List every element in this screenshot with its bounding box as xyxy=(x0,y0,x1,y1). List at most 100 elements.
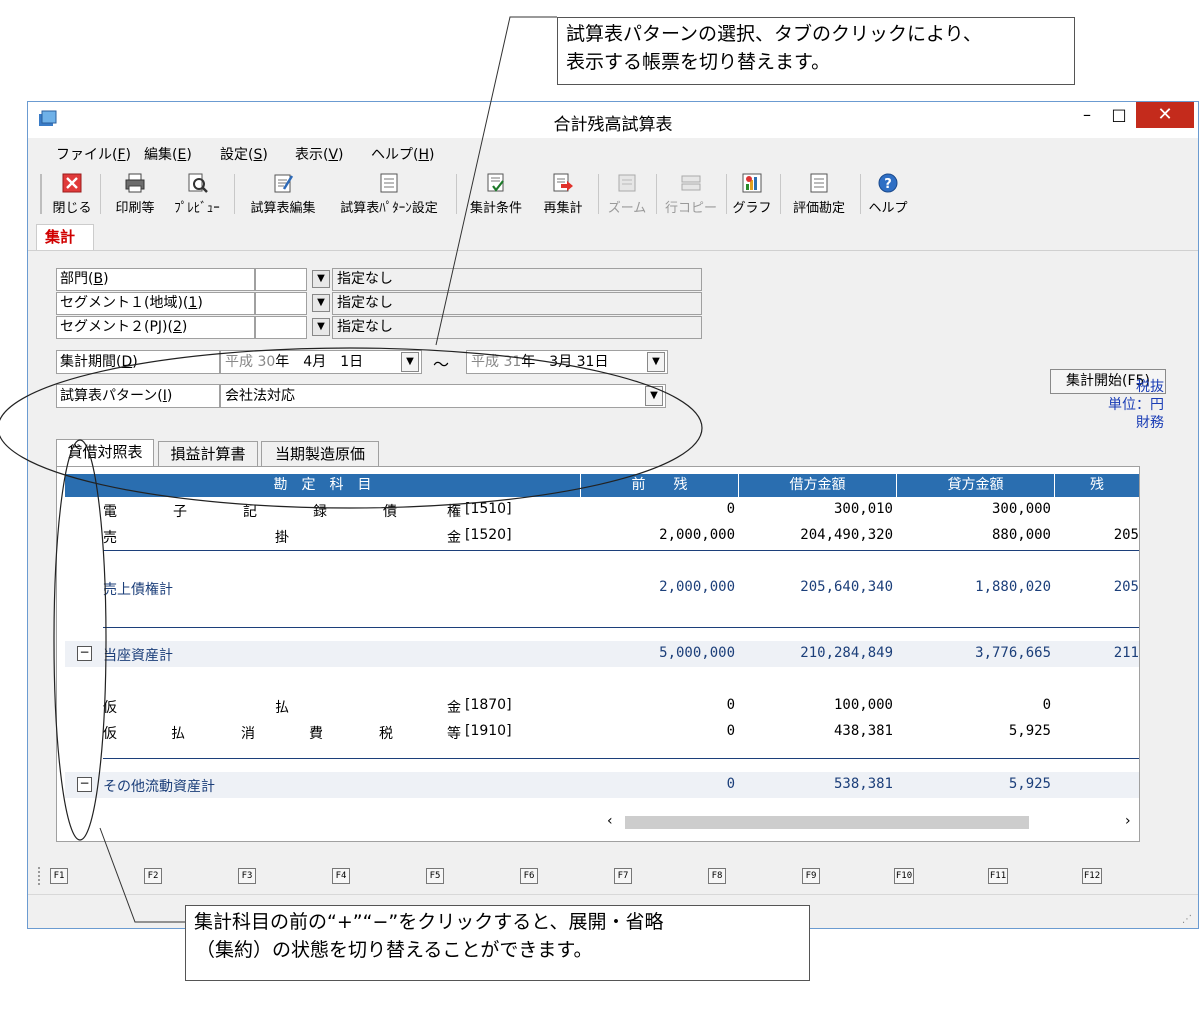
evaluation-account-button[interactable]: 評価勘定 xyxy=(786,172,852,218)
credit-cell: 1,880,020 xyxy=(975,579,1051,595)
edit-trial-balance-button[interactable]: 試算表編集 xyxy=(242,172,324,218)
fkey-f10[interactable]: F10 xyxy=(894,868,914,884)
segment2-code-input[interactable] xyxy=(255,316,307,339)
tab-income-statement[interactable]: 損益計算書 xyxy=(158,441,258,467)
debit-cell: 438,381 xyxy=(833,723,893,739)
dept-value: 指定なし xyxy=(332,268,702,291)
fkey-f7[interactable]: F7 xyxy=(614,868,632,884)
credit-cell: 3,776,665 xyxy=(975,645,1051,661)
fkey-f8[interactable]: F8 xyxy=(708,868,726,884)
maximize-button[interactable]: □ xyxy=(1104,102,1134,128)
period-from-input[interactable]: 平成 30年 4月 1日 ▼ xyxy=(220,350,422,374)
scroll-left-icon[interactable]: ‹ xyxy=(607,813,613,829)
prev-balance-cell: 0 xyxy=(726,501,735,517)
account-name: 当座資産計 xyxy=(103,648,173,664)
chevron-down-icon: ▼ xyxy=(652,356,660,367)
edit-sheet-icon xyxy=(274,174,294,193)
fkey-f11[interactable]: F11 xyxy=(988,868,1008,884)
header-account: 勘 定 科 目 xyxy=(65,474,581,497)
period-to-input[interactable]: 平成 31年 3月 31日 ▼ xyxy=(466,350,668,374)
fkey-f2[interactable]: F2 xyxy=(144,868,162,884)
menu-bar: ファイル(F) 編集(E) 設定(S) 表示(V) ヘルプ(H) xyxy=(28,140,1198,164)
tab-balance-sheet[interactable]: 貸借対照表 xyxy=(56,439,154,467)
debit-cell: 300,010 xyxy=(833,501,893,517)
collapse-button[interactable]: − xyxy=(77,777,92,792)
dept-code-input[interactable] xyxy=(255,268,307,291)
graph-button[interactable]: グラフ xyxy=(732,172,772,218)
prev-balance-cell: 0 xyxy=(726,697,735,713)
debit-cell: 204,490,320 xyxy=(800,527,893,543)
collapse-button[interactable]: − xyxy=(77,646,92,661)
menu-settings[interactable]: 設定(S) xyxy=(220,144,268,164)
fkey-f12[interactable]: F12 xyxy=(1082,868,1102,884)
tab-aggregate[interactable]: 集計 xyxy=(36,224,94,250)
help-button[interactable]: ? ヘルプ xyxy=(866,172,910,218)
subtotal-row[interactable]: − 当座資産計 5,000,000 210,284,849 3,776,665 … xyxy=(65,641,1139,667)
function-key-bar: F1 F2 F3 F4 F5 F6 F7 F8 F9 F10 F11 F12 xyxy=(28,862,1198,890)
chevron-down-icon: ▼ xyxy=(406,356,414,367)
main-content: 部門(B) ▼ 指定なし セグメント１(地域)(1) ▼ 指定なし セグメント２… xyxy=(28,251,1198,842)
account-name: 電 子 記 録 債 権 [1510] xyxy=(103,501,512,520)
balance-cell: 205 xyxy=(1113,579,1139,595)
horizontal-scroll-thumb[interactable] xyxy=(625,816,1029,829)
menu-file[interactable]: ファイル(F) xyxy=(56,144,131,164)
menu-help[interactable]: ヘルプ(H) xyxy=(371,144,434,164)
account-name: 売 掛 金 [1520] xyxy=(103,527,512,546)
pattern-dropdown[interactable]: ▼ xyxy=(645,386,663,406)
condition-button[interactable]: 集計条件 xyxy=(464,172,528,218)
minimize-button[interactable]: – xyxy=(1072,102,1102,128)
debit-cell: 205,640,340 xyxy=(800,579,893,595)
prev-balance-cell: 2,000,000 xyxy=(659,527,735,543)
table-row[interactable]: 仮 払 消 費 税 等 [1910] 0 438,381 5,925 xyxy=(65,719,1139,745)
tax-info: 税抜 単位：円 財務 xyxy=(1108,378,1164,432)
recalc-button[interactable]: 再集計 xyxy=(536,172,590,218)
segment1-code-input[interactable] xyxy=(255,292,307,315)
preview-button[interactable]: ﾌﾟﾚﾋﾞｭｰ xyxy=(168,172,226,218)
main-tab-strip: 集計 xyxy=(28,224,1198,251)
account-name: 仮 払 金 [1870] xyxy=(103,697,512,716)
pattern-select[interactable]: 会社法対応 ▼ xyxy=(220,384,666,408)
table-row[interactable]: 売 掛 金 [1520] 2,000,000 204,490,320 880,0… xyxy=(65,523,1139,549)
chevron-down-icon: ▼ xyxy=(650,390,658,401)
table-row[interactable]: 電 子 記 録 債 権 [1510] 0 300,010 300,000 xyxy=(65,497,1139,523)
table-row[interactable]: 仮 払 金 [1870] 0 100,000 0 xyxy=(65,693,1139,719)
menu-edit[interactable]: 編集(E) xyxy=(144,144,192,164)
menu-view[interactable]: 表示(V) xyxy=(295,144,344,164)
scroll-right-icon[interactable]: › xyxy=(1125,813,1131,829)
period-to-dropdown[interactable]: ▼ xyxy=(647,352,665,372)
close-button[interactable]: 閉じる xyxy=(50,172,94,218)
pattern-setting-button[interactable]: 試算表ﾊﾟﾀｰﾝ設定 xyxy=(330,172,448,218)
segment1-dropdown-button[interactable]: ▼ xyxy=(312,294,330,312)
fkey-f4[interactable]: F4 xyxy=(332,868,350,884)
account-name: その他流動資産計 xyxy=(103,779,215,795)
fkey-f9[interactable]: F9 xyxy=(802,868,820,884)
period-from-dropdown[interactable]: ▼ xyxy=(401,352,419,372)
horizontal-scrollbar[interactable]: ‹ › xyxy=(605,813,1139,831)
callout-bottom-line1: 集計科目の前の“+”“−”をクリックすると、展開・省略 xyxy=(194,911,664,933)
tab-manufacturing-cost[interactable]: 当期製造原価 xyxy=(261,441,379,467)
dropdown-arrow-icon: ▼ xyxy=(317,321,325,332)
unit: 単位：円 xyxy=(1108,397,1164,413)
dropdown-arrow-icon: ▼ xyxy=(317,297,325,308)
row-copy-button[interactable]: 行コピー xyxy=(664,172,718,218)
app-window: 合計残高試算表 – □ ✕ ファイル(F) 編集(E) 設定(S) 表示(V) … xyxy=(27,101,1199,929)
subtotal-row[interactable]: 売上債権計 2,000,000 205,640,340 1,880,020 20… xyxy=(65,575,1139,601)
magnifier-icon xyxy=(188,173,208,193)
title-bar: 合計残高試算表 – □ ✕ xyxy=(28,102,1198,138)
callout-top-line2: 表示する帳票を切り替えます。 xyxy=(566,51,831,73)
debit-cell: 100,000 xyxy=(833,697,893,713)
subtotal-row[interactable]: − その他流動資産計 0 538,381 5,925 xyxy=(65,772,1139,798)
resize-grip-icon[interactable]: ⋰ xyxy=(1182,914,1192,925)
segment1-value: 指定なし xyxy=(332,292,702,315)
fkey-f3[interactable]: F3 xyxy=(238,868,256,884)
segment2-dropdown-button[interactable]: ▼ xyxy=(312,318,330,336)
fkey-f5[interactable]: F5 xyxy=(426,868,444,884)
header-credit: 貸方金額 xyxy=(897,474,1055,497)
zoom-button[interactable]: ズーム xyxy=(604,172,650,218)
fkey-f6[interactable]: F6 xyxy=(520,868,538,884)
fkey-f1[interactable]: F1 xyxy=(50,868,68,884)
close-window-button[interactable]: ✕ xyxy=(1136,102,1194,128)
dept-dropdown-button[interactable]: ▼ xyxy=(312,270,330,288)
print-button[interactable]: 印刷等 xyxy=(110,172,160,218)
balance-cell: 205 xyxy=(1113,527,1139,543)
